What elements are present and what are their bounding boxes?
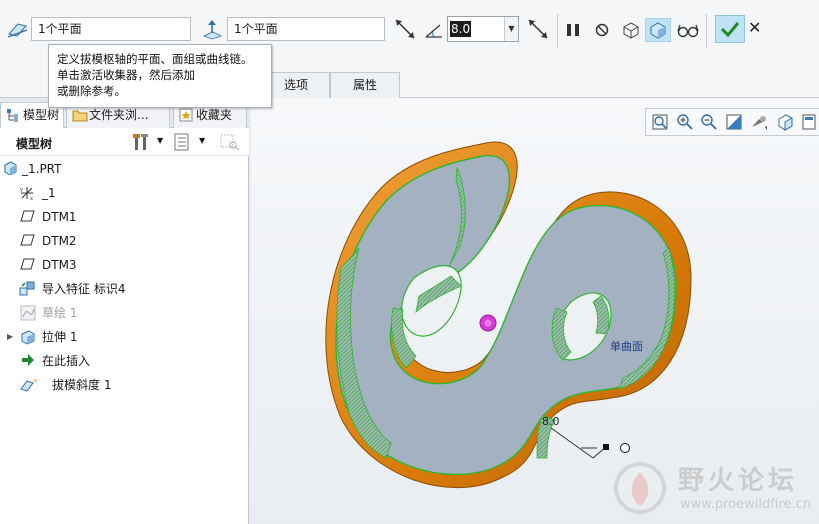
tree-settings-icon[interactable] (131, 132, 153, 152)
svg-text:y: y (20, 187, 23, 193)
show-columns-icon[interactable] (173, 133, 191, 151)
tab-properties[interactable]: 属性 (330, 72, 400, 98)
tree-item-label: 在此插入 (42, 354, 91, 368)
cancel-button[interactable]: ✕ (748, 18, 761, 37)
toolbar-divider (706, 14, 707, 48)
watermark-title: 野火论坛 (678, 466, 799, 496)
watermark-logo-icon (614, 462, 666, 514)
tree-item-draft[interactable]: * 拔模斜度 1 (0, 374, 249, 396)
tree-item-label: 拉伸 1 (42, 330, 78, 344)
favorites-icon (179, 108, 193, 122)
draft-feature-icon: * (20, 378, 38, 392)
angle-dimension-label[interactable]: 8.0 (542, 415, 560, 428)
datum-plane-icon (20, 210, 35, 222)
tree-item-label: _1 (42, 186, 56, 200)
tree-item-label: DTM2 (42, 234, 77, 248)
tooltip-line: 定义拔模枢轴的平面、面组或曲线链。 (57, 52, 253, 66)
datum-plane-icon (20, 234, 35, 246)
surface-label: 单曲面 (610, 340, 643, 353)
datum-plane-icon (20, 258, 35, 270)
tab-label: 模型树 (23, 108, 60, 122)
coordinate-system-icon: y x (20, 187, 33, 201)
preview-feature-icon[interactable] (645, 18, 671, 42)
tree-item-label: 草绘 1 (42, 306, 78, 320)
no-preview-icon[interactable] (594, 22, 610, 38)
draft-angle-input[interactable]: 8.0 ▼ (447, 16, 519, 42)
sketch-icon (20, 305, 36, 321)
drag-handle-circle[interactable] (620, 443, 630, 453)
chevron-down-icon[interactable]: ▼ (504, 17, 518, 41)
verify-glasses-icon[interactable] (676, 20, 700, 40)
navigator-panel: 模型树 文件夹浏... 收藏夹 模型树 ▼ ▼ _1.PRT y x _1 DT… (0, 98, 249, 524)
tree-item-import-feature[interactable]: 导入特征 标识4 (0, 278, 249, 300)
tree-item-dtm1[interactable]: DTM1 (0, 206, 249, 228)
ok-button[interactable] (715, 15, 745, 43)
flip-angle-icon[interactable] (526, 17, 550, 41)
flip-pull-direction-icon[interactable] (393, 17, 417, 41)
drag-handle-square[interactable] (603, 444, 609, 450)
tree-item-label: _1.PRT (22, 162, 62, 176)
extrude-icon (21, 330, 35, 345)
chevron-down-icon[interactable]: ▼ (157, 136, 163, 145)
tooltip-line: 单击激活收集器，然后添加 (57, 68, 195, 82)
part-icon (4, 161, 17, 175)
watermark-url: www.proewildfire.cn (680, 497, 811, 512)
tree-item-label: DTM3 (42, 258, 77, 272)
tree-item-label: 拔模斜度 1 (52, 378, 112, 392)
close-icon: ✕ (748, 18, 762, 37)
tree-item-label: 导入特征 标识4 (42, 282, 126, 296)
angle-value[interactable]: 8.0 (450, 21, 472, 37)
insert-arrow-icon (22, 354, 34, 366)
model-tree-header: 模型树 ▼ ▼ (0, 128, 249, 156)
pull-direction-icon[interactable] (201, 18, 223, 40)
folder-icon (72, 110, 88, 122)
watermark: 野火论坛 www.proewildfire.cn (608, 456, 816, 520)
tree-item-csys[interactable]: y x _1 (0, 182, 249, 204)
import-feature-icon (19, 281, 35, 296)
tree-item-dtm2[interactable]: DTM2 (0, 230, 249, 252)
draft-hinge-icon[interactable] (6, 18, 28, 40)
pull-direction-marker (479, 314, 497, 332)
pause-icon[interactable] (565, 22, 581, 38)
hinge-tooltip: 定义拔模枢轴的平面、面组或曲线链。 单击激活收集器，然后添加 或删除参考。 (48, 44, 272, 108)
toolbar-divider (557, 14, 558, 48)
tree-item-dtm3[interactable]: DTM3 (0, 254, 249, 276)
tree-item-extrude[interactable]: ▶ 拉伸 1 (0, 326, 249, 348)
chevron-down-icon[interactable]: ▼ (199, 136, 205, 145)
tab-label: 收藏夹 (196, 108, 233, 122)
tree-filter-icon[interactable] (219, 133, 241, 151)
svg-text:*: * (33, 378, 38, 388)
tree-item-part[interactable]: _1.PRT (0, 158, 249, 180)
draft-angle-icon (425, 24, 442, 38)
draft-hinge-collector[interactable]: 1个平面 (31, 17, 191, 41)
tooltip-line: 或删除参考。 (57, 84, 126, 98)
pull-direction-collector[interactable]: 1个平面 (227, 17, 385, 41)
geometry-preview-icon[interactable] (620, 19, 642, 41)
draft-angle-dimension (550, 427, 630, 459)
expand-icon[interactable]: ▶ (7, 326, 13, 348)
check-icon (720, 22, 740, 38)
tree-item-insert-here[interactable]: 在此插入 (0, 350, 249, 372)
model-tree-icon (7, 109, 18, 122)
tab-label: 文件夹浏... (89, 108, 149, 122)
svg-text:x: x (30, 196, 33, 201)
model-tree-title: 模型树 (16, 137, 53, 151)
tab-options[interactable]: 选项 (262, 72, 330, 98)
tree-item-sketch[interactable]: 草绘 1 (0, 302, 249, 324)
tree-item-label: DTM1 (42, 210, 77, 224)
